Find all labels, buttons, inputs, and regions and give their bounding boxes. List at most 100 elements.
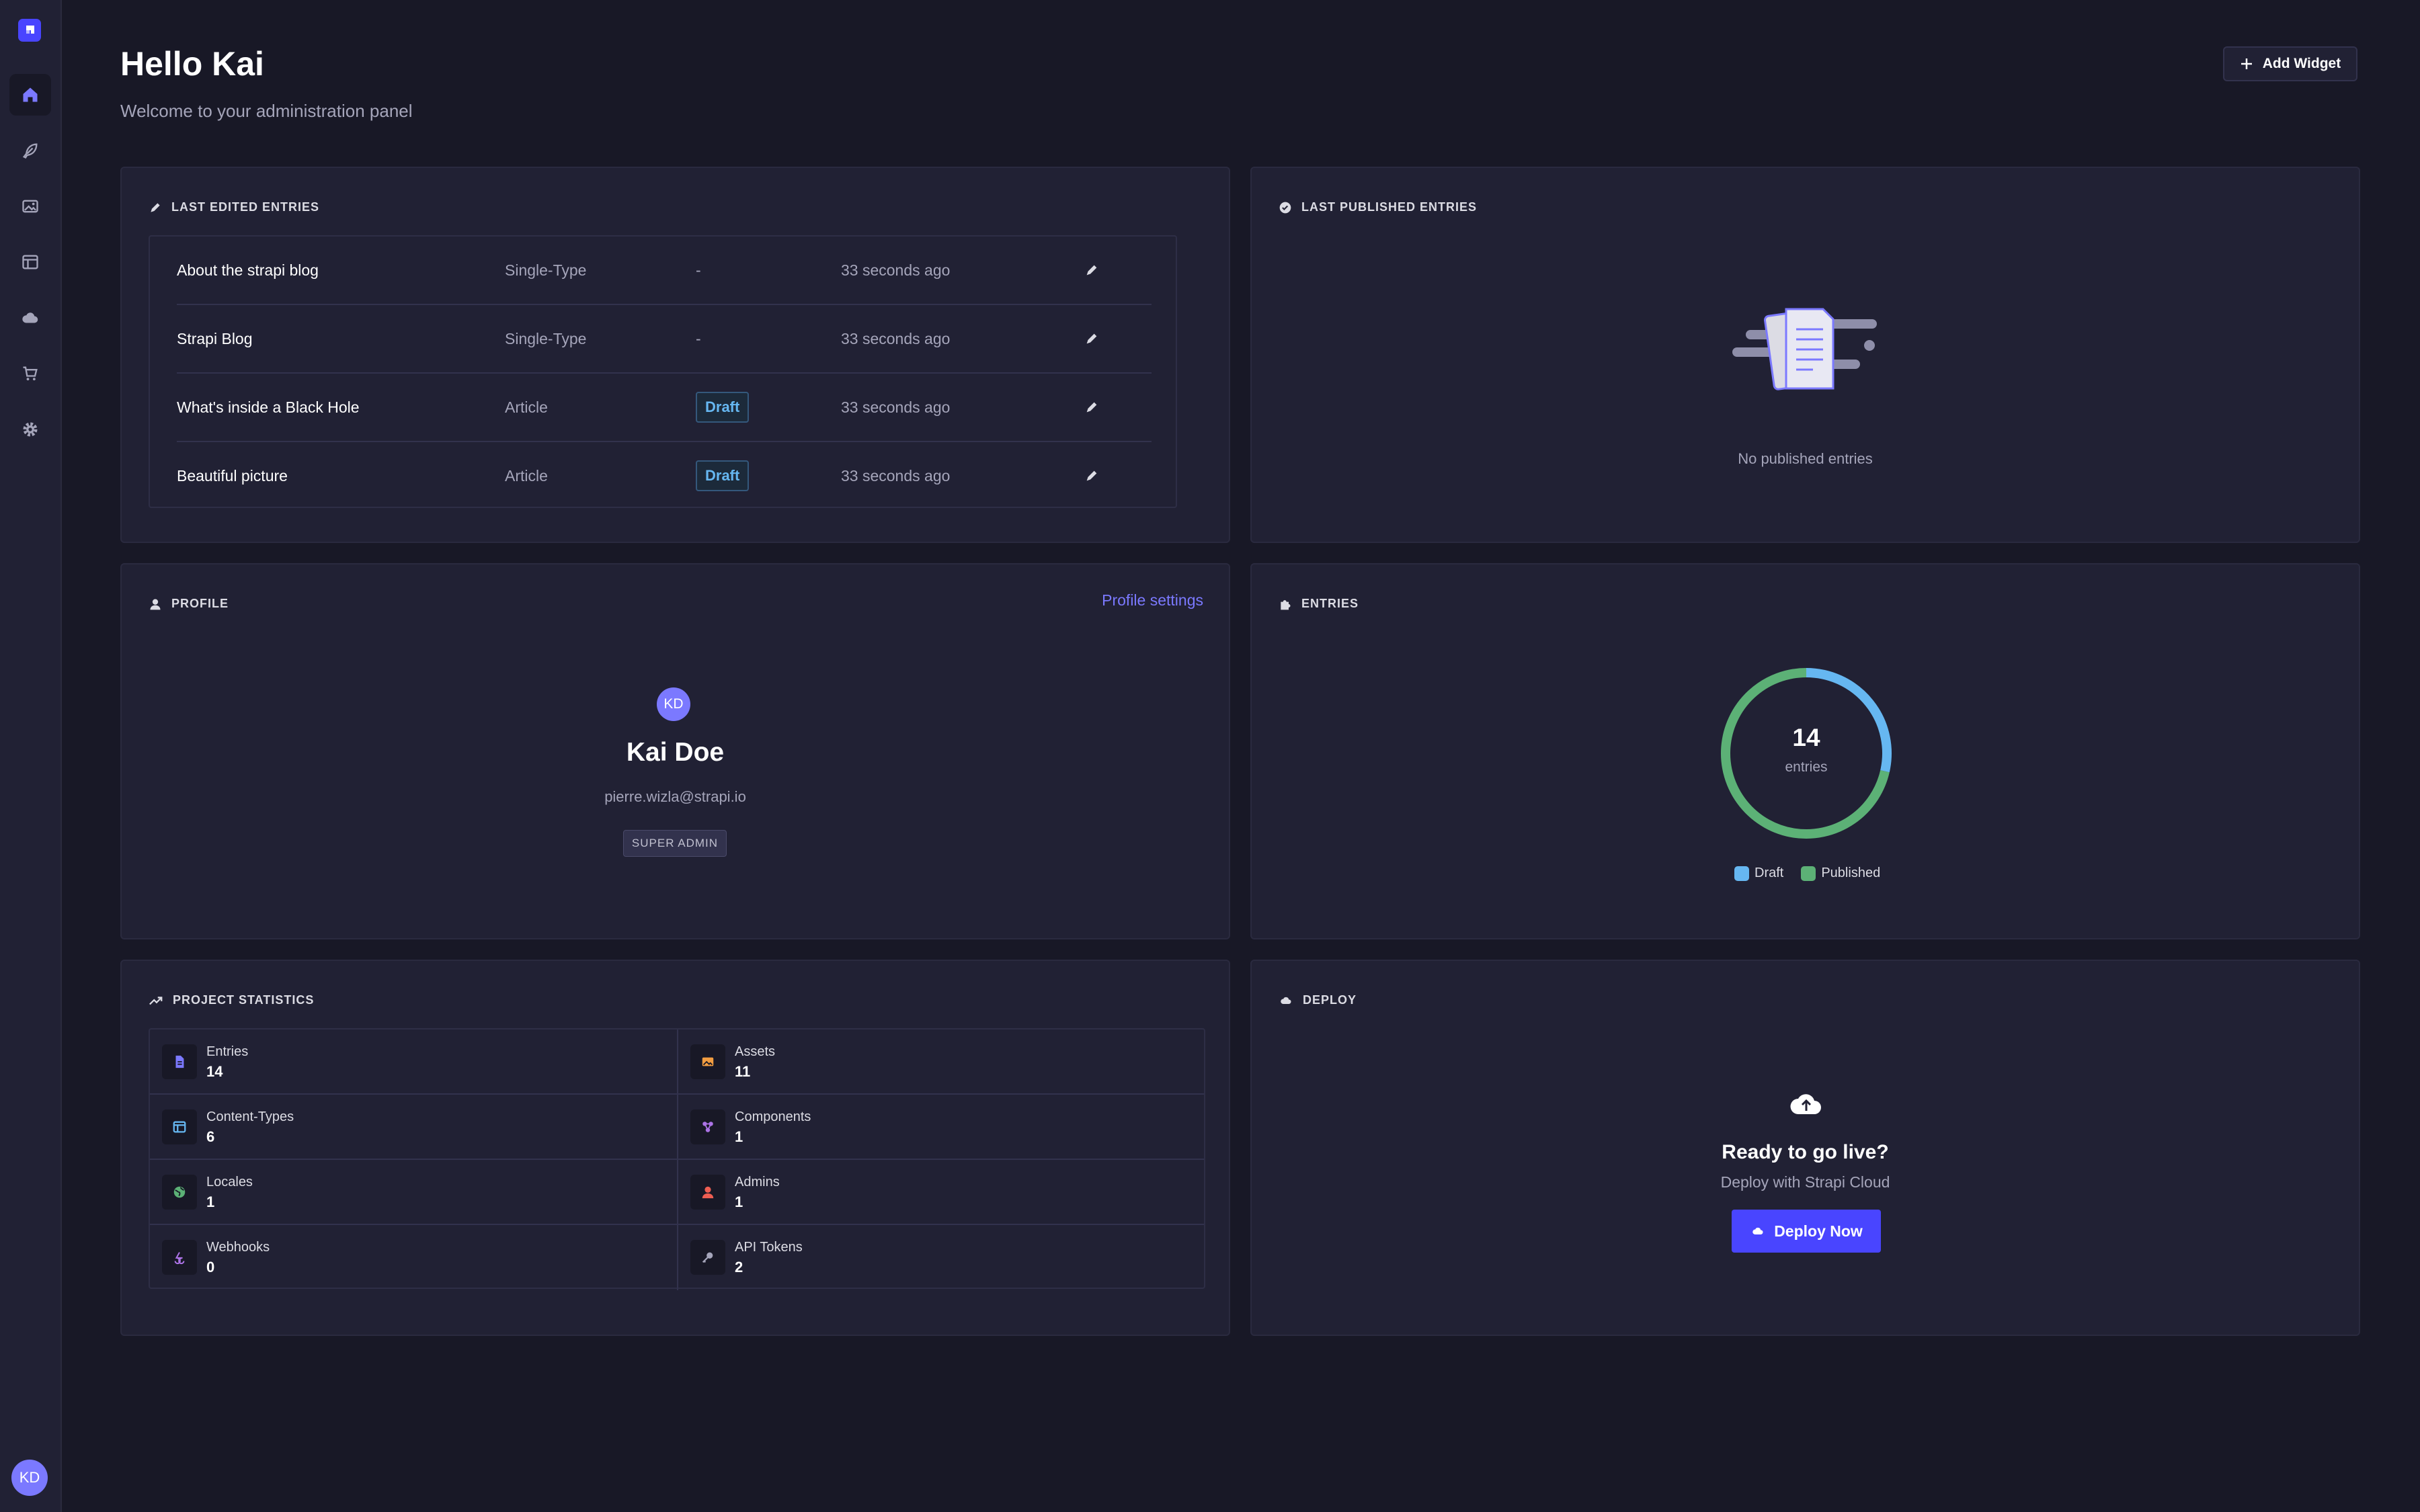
sidebar-item-marketplace[interactable] xyxy=(9,353,51,394)
pencil-icon xyxy=(1086,402,1097,413)
stat-assets: Assets 11 xyxy=(677,1030,1204,1095)
entries-total: 14 xyxy=(1792,724,1820,751)
layout-icon xyxy=(173,1121,186,1133)
cloud-icon xyxy=(1281,997,1291,1004)
profile-name: Kai Doe xyxy=(626,738,725,767)
widget-title: Profile xyxy=(149,597,229,611)
deploy-now-button[interactable]: Deploy Now xyxy=(1732,1210,1881,1253)
key-icon xyxy=(702,1252,713,1263)
sidebar-item-content-type-builder[interactable] xyxy=(9,241,51,283)
last-edited-table: About the strapi blog Single-Type - 33 s… xyxy=(149,235,1177,508)
home-icon xyxy=(23,87,38,102)
chart-legend: Draft Published xyxy=(1734,866,1880,881)
table-row[interactable]: About the strapi blog Single-Type - 33 s… xyxy=(177,237,1152,305)
user-icon xyxy=(150,599,161,610)
entry-time: 33 seconds ago xyxy=(841,466,951,485)
add-widget-button[interactable]: Add Widget xyxy=(2223,46,2357,81)
plus-icon xyxy=(2241,58,2252,69)
sidebar-item-deploy[interactable] xyxy=(9,297,51,339)
deploy-heading: Ready to go live? xyxy=(1722,1141,1889,1163)
pencil-icon xyxy=(1086,265,1097,276)
pencil-icon xyxy=(1086,333,1097,344)
entry-time: 33 seconds ago xyxy=(841,261,951,279)
widget-title: Deploy xyxy=(1279,993,1357,1007)
image-icon xyxy=(702,1057,714,1066)
profile-widget: Profile Profile settings KD Kai Doe pier… xyxy=(120,563,1230,939)
table-row[interactable]: Beautiful picture Article Draft 33 secon… xyxy=(177,442,1152,509)
role-badge: SUPER ADMIN xyxy=(623,830,727,857)
edit-button[interactable] xyxy=(1084,442,1099,509)
entry-status: - xyxy=(696,261,701,279)
stat-components: Components 1 xyxy=(677,1095,1204,1160)
edit-button[interactable] xyxy=(1084,305,1099,372)
page-title: Hello Kai xyxy=(120,45,264,83)
cloud-icon xyxy=(1752,1227,1763,1234)
entry-title: Strapi Blog xyxy=(177,329,253,347)
widget-title: Entries xyxy=(1279,597,1359,611)
stat-webhooks: Webhooks 0 xyxy=(150,1225,677,1290)
main-sidebar: KD xyxy=(0,0,62,1512)
donut-slice-draft xyxy=(1806,668,1892,773)
entry-time: 33 seconds ago xyxy=(841,398,951,416)
stat-entries: Entries 14 xyxy=(150,1030,677,1095)
last-published-widget: Last published entries No published entr… xyxy=(1250,167,2360,543)
table-row[interactable]: Strapi Blog Single-Type - 33 seconds ago xyxy=(177,305,1152,374)
stat-locales: Locales 1 xyxy=(150,1160,677,1225)
cloud-icon xyxy=(22,312,38,323)
entry-time: 33 seconds ago xyxy=(841,329,951,347)
entry-status: - xyxy=(696,329,701,347)
file-icon xyxy=(175,1055,184,1068)
entry-title: About the strapi blog xyxy=(177,261,319,279)
deploy-subtitle: Deploy with Strapi Cloud xyxy=(1720,1173,1890,1191)
puzzle-icon xyxy=(702,1122,713,1132)
strapi-logo[interactable] xyxy=(18,19,41,42)
sidebar-item-content-manager[interactable] xyxy=(9,130,51,171)
webhook-icon xyxy=(174,1252,185,1265)
edit-button[interactable] xyxy=(1084,237,1099,304)
sidebar-item-home[interactable] xyxy=(9,74,51,116)
edit-button[interactable] xyxy=(1084,374,1099,441)
widget-title: Last published entries xyxy=(1279,200,1477,214)
entries-donut-chart xyxy=(1721,668,1892,839)
add-widget-label: Add Widget xyxy=(2262,56,2341,71)
sidebar-item-media-library[interactable] xyxy=(9,185,51,227)
entry-type: Single-Type xyxy=(505,261,587,279)
image-icon xyxy=(22,200,38,213)
avatar: KD xyxy=(657,687,690,721)
entry-type: Article xyxy=(505,466,548,485)
globe-icon xyxy=(173,1186,186,1198)
entries-widget: Entries 14 entries Draft Published xyxy=(1250,563,2360,939)
user-icon xyxy=(702,1186,714,1199)
check-circle-icon xyxy=(1279,202,1291,213)
entries-unit: entries xyxy=(1785,759,1828,775)
legend-item-published: Published xyxy=(1801,866,1880,881)
layout-icon xyxy=(22,255,38,269)
page-subtitle: Welcome to your administration panel xyxy=(120,101,413,121)
profile-settings-link[interactable]: Profile settings xyxy=(1102,591,1203,610)
trend-up-icon xyxy=(149,996,163,1005)
cart-icon xyxy=(23,366,38,381)
feather-icon xyxy=(22,143,38,159)
widget-title: Last edited entries xyxy=(149,200,319,214)
sidebar-item-settings[interactable] xyxy=(9,409,51,450)
project-statistics-widget: Project statistics Entries 14 Assets 11 … xyxy=(120,960,1230,1336)
table-row[interactable]: What's inside a Black Hole Article Draft… xyxy=(177,374,1152,442)
user-avatar[interactable]: KD xyxy=(11,1460,48,1496)
empty-state-text: No published entries xyxy=(1738,450,1873,467)
deploy-widget: Deploy Ready to go live? Deploy with Str… xyxy=(1250,960,2360,1336)
legend-item-draft: Draft xyxy=(1734,866,1783,881)
cloud-upload-icon xyxy=(1790,1094,1821,1114)
entry-title: Beautiful picture xyxy=(177,466,288,485)
stat-content-types: Content-Types 6 xyxy=(150,1095,677,1160)
stat-api-tokens: API Tokens 2 xyxy=(677,1225,1204,1290)
entry-title: What's inside a Black Hole xyxy=(177,398,360,416)
entry-type: Single-Type xyxy=(505,329,587,347)
status-badge: Draft xyxy=(696,460,750,491)
widget-title: Project statistics xyxy=(149,993,314,1007)
pencil-icon xyxy=(1086,470,1097,481)
status-badge: Draft xyxy=(696,392,750,423)
empty-documents-illustration xyxy=(1732,308,1877,390)
last-edited-widget: Last edited entries About the strapi blo… xyxy=(120,167,1230,543)
entry-type: Article xyxy=(505,398,548,416)
stat-admins: Admins 1 xyxy=(677,1160,1204,1225)
